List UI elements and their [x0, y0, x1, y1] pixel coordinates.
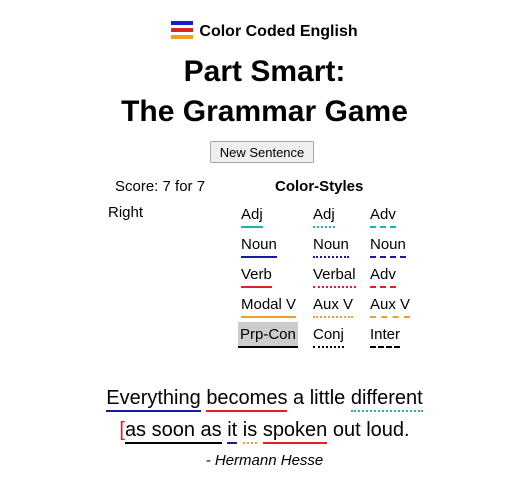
flag-icon [171, 20, 194, 40]
brand-name: Color Coded English [199, 23, 358, 40]
page-title: Part Smart: [183, 55, 346, 88]
new-sentence-button[interactable]: New Sentence [210, 141, 314, 163]
color-style-conj[interactable]: Conj [313, 325, 344, 348]
color-style-verb[interactable]: Verb [241, 265, 272, 288]
color-style-noun[interactable]: Noun [241, 235, 277, 258]
quote-text: a little [287, 387, 351, 409]
color-style-adj[interactable]: Adj [241, 205, 263, 228]
quote-text: out loud. [327, 419, 410, 441]
color-style-inter[interactable]: Inter [370, 325, 401, 348]
color-style-prp-con[interactable]: Prp-Con [238, 322, 298, 348]
color-style-aux-v[interactable]: Aux V [370, 295, 411, 318]
page-subtitle: The Grammar Game [121, 95, 408, 128]
quote-word[interactable]: as soon as [124, 419, 222, 444]
color-style-noun[interactable]: Noun [313, 235, 349, 258]
quote-word[interactable]: is [242, 419, 258, 444]
quote-line-2: [as soon as it is spoken out loud. [0, 416, 529, 444]
quote-word[interactable]: it [227, 419, 238, 444]
color-style-aux-v[interactable]: Aux V [313, 295, 354, 318]
color-styles-title: Color-Styles [275, 178, 364, 195]
quote-word[interactable]: different [350, 387, 423, 412]
quote-text [237, 419, 243, 441]
quote-text [257, 419, 263, 441]
score-display: Score: 7 for 7 Right [108, 174, 228, 226]
quote-word[interactable]: Everything [106, 387, 201, 412]
color-style-adv[interactable]: Adv [370, 265, 396, 288]
color-style-noun[interactable]: Noun [370, 235, 406, 258]
color-style-modal-v[interactable]: Modal V [241, 295, 297, 318]
color-style-adj[interactable]: Adj [313, 205, 335, 228]
quote-author: - Hermann Hesse [205, 452, 324, 469]
brand-header: Color Coded English [0, 20, 529, 43]
score-text-right: Right [108, 204, 144, 221]
color-style-verbal[interactable]: Verbal [313, 265, 356, 288]
quote-line-1: Everything becomes a little different [0, 384, 529, 412]
quote-word[interactable]: spoken [262, 419, 328, 444]
color-style-adv[interactable]: Adv [370, 205, 396, 228]
score-text: Score: 7 for 7 [115, 178, 206, 195]
quote-word[interactable]: becomes [206, 387, 288, 412]
